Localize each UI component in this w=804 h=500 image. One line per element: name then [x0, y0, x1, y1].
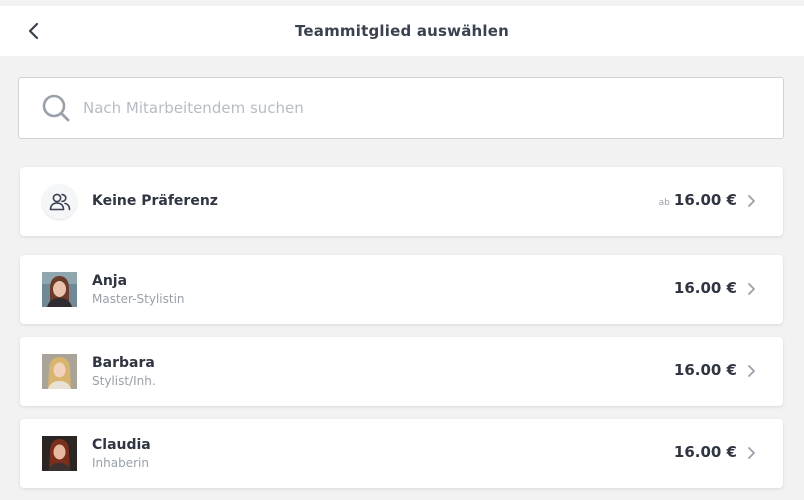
staff-photo [42, 272, 77, 307]
staff-role: Inhaberin [92, 456, 149, 470]
search-input[interactable] [81, 87, 725, 129]
users-icon [49, 193, 70, 210]
search-icon [41, 93, 71, 123]
chevron-right-icon [745, 363, 757, 379]
staff-role: Master-Stylistin [92, 292, 185, 306]
staff-name: Barbara [92, 355, 155, 371]
staff-price: ab 16.00 € [659, 191, 737, 209]
staff-option-claudia[interactable]: Claudia Inhaberin 16.00 € [20, 419, 783, 488]
price-prefix: ab [658, 198, 670, 208]
staff-role: Stylist/Inh. [92, 374, 156, 388]
staff-price: 16.00 € [674, 443, 737, 461]
staff-option-no-preference[interactable]: Keine Präferenz ab 16.00 € [20, 167, 783, 236]
staff-photo [42, 354, 77, 389]
group-avatar [42, 184, 77, 219]
search-bar[interactable] [18, 77, 784, 139]
staff-price: 16.00 € [674, 279, 737, 297]
chevron-right-icon [745, 193, 757, 209]
price-value: 16.00 € [673, 443, 737, 461]
price-value: 16.00 € [673, 191, 737, 209]
price-value: 16.00 € [673, 279, 737, 297]
page-title: Teammitglied auswählen [294, 22, 510, 40]
chevron-right-icon [745, 281, 757, 297]
chevron-right-icon [745, 445, 757, 461]
price-value: 16.00 € [673, 361, 737, 379]
staff-photo [42, 436, 77, 471]
staff-option-barbara[interactable]: Barbara Stylist/Inh. 16.00 € [20, 337, 783, 406]
staff-name: Keine Präferenz [92, 193, 218, 209]
top-bar: Teammitglied auswählen [0, 6, 804, 56]
staff-price: 16.00 € [674, 361, 737, 379]
staff-name: Claudia [92, 437, 151, 453]
staff-name: Anja [92, 273, 128, 289]
staff-option-anja[interactable]: Anja Master-Stylistin 16.00 € [20, 255, 783, 324]
